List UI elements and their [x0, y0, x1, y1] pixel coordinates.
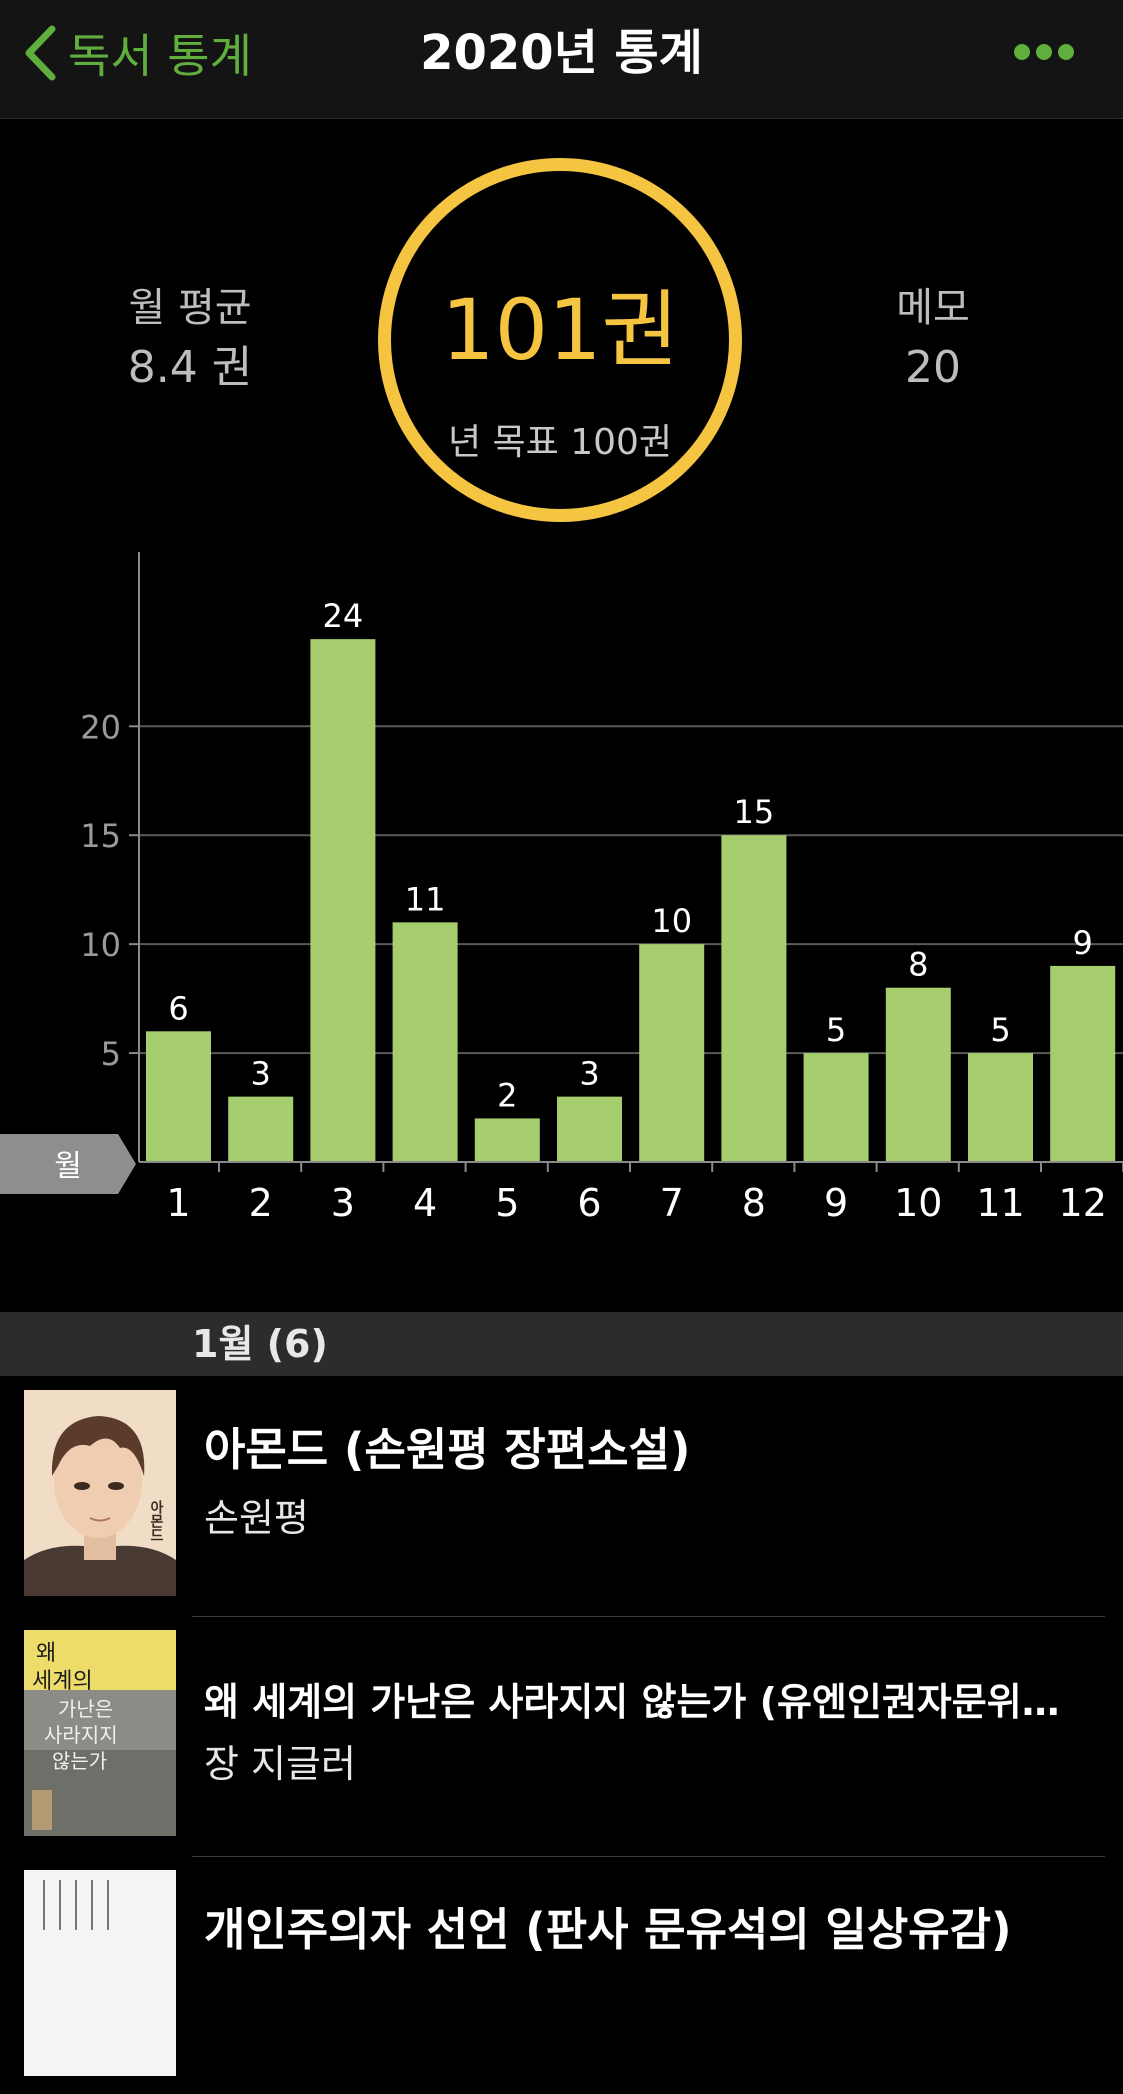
almond-cover: 아몬드	[24, 1390, 176, 1596]
y-tick-label: 10	[80, 926, 121, 964]
y-tick-label: 15	[80, 817, 121, 855]
book-list-item[interactable]: 개인주의자 선언 (판사 문유석의 일상유감)	[0, 1856, 1123, 2094]
x-tick-label: 12	[1059, 1181, 1107, 1220]
bar	[1050, 965, 1116, 1162]
book-author: 손원평	[204, 1496, 309, 1540]
bar-value-label: 6	[168, 989, 188, 1027]
bar	[474, 1118, 540, 1162]
bar	[557, 1096, 622, 1162]
bar	[721, 835, 787, 1162]
bar	[639, 944, 705, 1162]
book-title: 아몬드 (손원평 장편소설)	[204, 1423, 691, 1476]
bar-value-label: 10	[651, 902, 692, 940]
bar-value-label: 8	[908, 946, 928, 984]
section-title: 1월 (6)	[192, 1322, 328, 1366]
yearly-goal-text: 년 목표 100권	[447, 422, 673, 463]
y-tick-label: 5	[101, 1035, 121, 1073]
monthly-books-chart: 5 10 15 20 6 1 3 2 24 3 11 4 2 5 3 6 10 7 15 8 5 9 8 10 5 11 9 12 월	[0, 552, 1123, 1220]
book-list-item[interactable]: 아몬드 아몬드 (손원평 장편소설) 손원평	[0, 1376, 1123, 1614]
x-tick-label: 4	[413, 1181, 437, 1220]
x-tick-label: 1	[166, 1181, 190, 1220]
navigation-bar: 독서 통계 2020년 통계	[0, 0, 1123, 119]
x-tick-label: 6	[577, 1181, 601, 1220]
monthly-average-label: 월 평균	[128, 285, 252, 331]
book-list-item[interactable]: 왜 세계의 가난은 사라지지 않는가 왜 세계의 가난은 사라지지 않는가 (유…	[0, 1616, 1123, 1854]
memo-label: 메모	[896, 285, 970, 331]
bar	[146, 1031, 211, 1162]
monthly-average-stat: 월 평균 8.4 권	[70, 283, 310, 403]
bar	[310, 639, 376, 1162]
svg-text:아몬드: 아몬드	[148, 1499, 164, 1542]
x-tick-label: 5	[495, 1181, 519, 1220]
bar	[228, 1096, 294, 1162]
bar-value-label: 11	[405, 880, 446, 918]
bar-value-label: 15	[734, 793, 775, 831]
x-tick-label: 8	[742, 1181, 766, 1220]
cover-title-line: 가난은	[58, 1697, 113, 1721]
monthly-average-value: 8.4 권	[127, 342, 253, 393]
chevron-left-icon	[25, 25, 56, 81]
poverty-cover: 왜 세계의 가난은 사라지지 않는가	[24, 1630, 176, 1836]
bar	[392, 922, 458, 1162]
more-button[interactable]	[1013, 38, 1075, 66]
bar-value-label: 24	[323, 597, 364, 635]
x-tick-label: 7	[660, 1181, 684, 1220]
x-tick-label: 10	[894, 1181, 942, 1220]
bar	[803, 1053, 869, 1162]
bar	[968, 1053, 1033, 1162]
bar-value-label: 3	[251, 1055, 271, 1093]
x-tick-label: 9	[824, 1181, 848, 1220]
x-tick-label: 3	[331, 1181, 355, 1220]
book-title: 개인주의자 선언 (판사 문유석의 일상유감)	[204, 1903, 1012, 1956]
cover-title-line: 사라지지	[44, 1723, 118, 1747]
memo-count: 20	[905, 342, 961, 393]
x-tick-label: 11	[976, 1181, 1024, 1220]
memo-stat[interactable]: 메모 20	[813, 283, 1053, 403]
month-section-header: 1월 (6)	[0, 1312, 1123, 1376]
bar-value-label: 2	[497, 1076, 517, 1114]
cover-title-line: 않는가	[52, 1749, 107, 1773]
cover-title-line: 왜	[36, 1641, 56, 1666]
back-button-label: 독서 통계	[68, 29, 252, 83]
total-books-count: 101권	[441, 281, 679, 379]
back-button[interactable]: 독서 통계	[22, 18, 252, 88]
book-author: 장 지글러	[204, 1742, 356, 1786]
bar-value-label: 9	[1073, 924, 1093, 962]
book-title: 왜 세계의 가난은 사라지지 않는가 (유엔인권자문위…	[204, 1680, 1060, 1724]
bar-value-label: 5	[826, 1011, 846, 1049]
x-tick-label: 2	[249, 1181, 273, 1220]
more-dots-icon	[1014, 44, 1074, 60]
bar-value-label: 5	[990, 1011, 1010, 1049]
y-tick-label: 20	[80, 708, 121, 746]
x-axis-label: 월	[54, 1149, 82, 1184]
bar	[885, 987, 951, 1162]
cover-title-line: 세계의	[32, 1669, 93, 1694]
individualist-cover	[24, 1870, 176, 2076]
bar-value-label: 3	[579, 1055, 599, 1093]
